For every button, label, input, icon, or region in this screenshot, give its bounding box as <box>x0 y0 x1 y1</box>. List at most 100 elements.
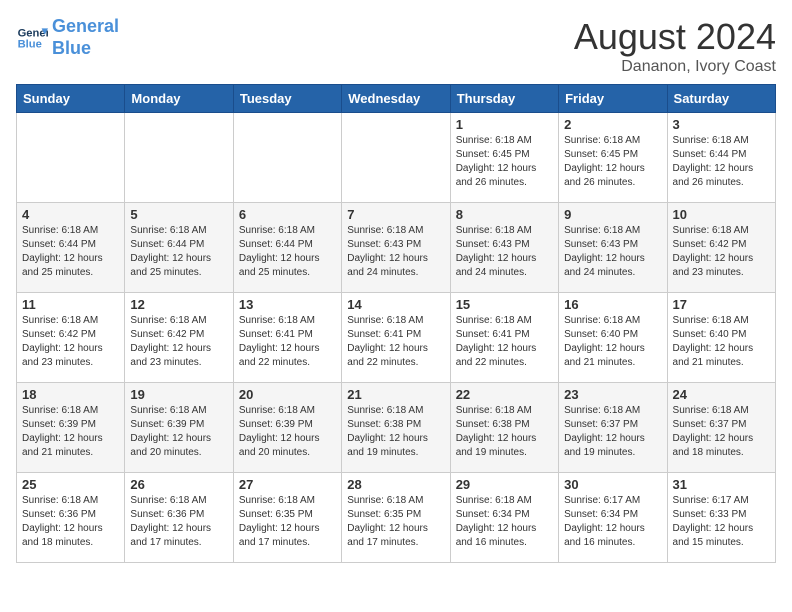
calendar-cell: 20 Sunrise: 6:18 AM Sunset: 6:39 PM Dayli… <box>233 383 341 473</box>
calendar-cell: 28 Sunrise: 6:18 AM Sunset: 6:35 PM Dayli… <box>342 473 450 563</box>
day-number: 9 <box>564 207 661 222</box>
calendar-cell: 31Sunrise: 6:17 AM Sunset: 6:33 PM Dayli… <box>667 473 775 563</box>
day-info: Sunrise: 6:18 AM Sunset: 6:39 PM Dayligh… <box>22 404 119 460</box>
logo: General Blue GeneralBlue <box>16 16 119 59</box>
calendar-cell: 3 Sunrise: 6:18 AM Sunset: 6:44 PM Daylig… <box>667 113 775 203</box>
day-number: 11 <box>22 297 119 312</box>
calendar-week-row: 11 Sunrise: 6:18 AM Sunset: 6:42 PM Dayli… <box>17 293 776 383</box>
calendar-cell: 7 Sunrise: 6:18 AM Sunset: 6:43 PM Daylig… <box>342 203 450 293</box>
day-number: 27 <box>239 477 336 492</box>
day-number: 15 <box>456 297 553 312</box>
day-info: Sunrise: 6:18 AM Sunset: 6:43 PM Dayligh… <box>347 224 444 280</box>
calendar-cell: 5 Sunrise: 6:18 AM Sunset: 6:44 PM Daylig… <box>125 203 233 293</box>
calendar-cell: 25 Sunrise: 6:18 AM Sunset: 6:36 PM Dayli… <box>17 473 125 563</box>
day-info: Sunrise: 6:18 AM Sunset: 6:41 PM Dayligh… <box>239 314 336 370</box>
day-number: 16 <box>564 297 661 312</box>
day-number: 28 <box>347 477 444 492</box>
day-number: 3 <box>673 117 770 132</box>
calendar-cell: 19Sunrise: 6:18 AM Sunset: 6:39 PM Dayli… <box>125 383 233 473</box>
day-info: Sunrise: 6:18 AM Sunset: 6:38 PM Dayligh… <box>456 404 553 460</box>
month-title: August 2024 <box>574 16 776 58</box>
day-number: 2 <box>564 117 661 132</box>
header-row: SundayMondayTuesdayWednesdayThursdayFrid… <box>17 85 776 113</box>
weekday-header: Monday <box>125 85 233 113</box>
day-info: Sunrise: 6:18 AM Sunset: 6:42 PM Dayligh… <box>22 314 119 370</box>
calendar-cell: 8Sunrise: 6:18 AM Sunset: 6:43 PM Daylig… <box>450 203 558 293</box>
weekday-header: Wednesday <box>342 85 450 113</box>
calendar-cell: 16Sunrise: 6:18 AM Sunset: 6:40 PM Dayli… <box>559 293 667 383</box>
calendar-cell: 17Sunrise: 6:18 AM Sunset: 6:40 PM Dayli… <box>667 293 775 383</box>
day-info: Sunrise: 6:18 AM Sunset: 6:42 PM Dayligh… <box>673 224 770 280</box>
day-number: 30 <box>564 477 661 492</box>
day-info: Sunrise: 6:18 AM Sunset: 6:37 PM Dayligh… <box>673 404 770 460</box>
day-number: 4 <box>22 207 119 222</box>
day-info: Sunrise: 6:18 AM Sunset: 6:38 PM Dayligh… <box>347 404 444 460</box>
calendar-cell: 26Sunrise: 6:18 AM Sunset: 6:36 PM Dayli… <box>125 473 233 563</box>
day-number: 22 <box>456 387 553 402</box>
calendar-cell: 4 Sunrise: 6:18 AM Sunset: 6:44 PM Daylig… <box>17 203 125 293</box>
calendar-cell: 9 Sunrise: 6:18 AM Sunset: 6:43 PM Daylig… <box>559 203 667 293</box>
day-info: Sunrise: 6:18 AM Sunset: 6:35 PM Dayligh… <box>347 494 444 550</box>
calendar-cell: 22 Sunrise: 6:18 AM Sunset: 6:38 PM Dayli… <box>450 383 558 473</box>
weekday-header: Saturday <box>667 85 775 113</box>
day-number: 10 <box>673 207 770 222</box>
day-info: Sunrise: 6:17 AM Sunset: 6:33 PM Dayligh… <box>673 494 770 550</box>
day-info: Sunrise: 6:18 AM Sunset: 6:44 PM Dayligh… <box>673 134 770 190</box>
day-number: 17 <box>673 297 770 312</box>
day-info: Sunrise: 6:17 AM Sunset: 6:34 PM Dayligh… <box>564 494 661 550</box>
calendar-cell: 24 Sunrise: 6:18 AM Sunset: 6:37 PM Dayli… <box>667 383 775 473</box>
page-header: General Blue GeneralBlue August 2024 Dan… <box>16 16 776 76</box>
logo-text: GeneralBlue <box>52 16 119 59</box>
day-number: 21 <box>347 387 444 402</box>
day-number: 12 <box>130 297 227 312</box>
day-info: Sunrise: 6:18 AM Sunset: 6:34 PM Dayligh… <box>456 494 553 550</box>
calendar-cell: 13Sunrise: 6:18 AM Sunset: 6:41 PM Dayli… <box>233 293 341 383</box>
day-info: Sunrise: 6:18 AM Sunset: 6:36 PM Dayligh… <box>22 494 119 550</box>
calendar-cell: 27 Sunrise: 6:18 AM Sunset: 6:35 PM Dayli… <box>233 473 341 563</box>
calendar-cell: 11 Sunrise: 6:18 AM Sunset: 6:42 PM Dayli… <box>17 293 125 383</box>
day-number: 20 <box>239 387 336 402</box>
calendar-week-row: 1 Sunrise: 6:18 AM Sunset: 6:45 PM Daylig… <box>17 113 776 203</box>
calendar-cell: 6Sunrise: 6:18 AM Sunset: 6:44 PM Daylig… <box>233 203 341 293</box>
calendar-cell <box>342 113 450 203</box>
day-number: 14 <box>347 297 444 312</box>
calendar-week-row: 18 Sunrise: 6:18 AM Sunset: 6:39 PM Dayli… <box>17 383 776 473</box>
calendar-cell: 1 Sunrise: 6:18 AM Sunset: 6:45 PM Daylig… <box>450 113 558 203</box>
weekday-header: Sunday <box>17 85 125 113</box>
day-number: 23 <box>564 387 661 402</box>
calendar-cell <box>233 113 341 203</box>
day-info: Sunrise: 6:18 AM Sunset: 6:45 PM Dayligh… <box>456 134 553 190</box>
day-info: Sunrise: 6:18 AM Sunset: 6:36 PM Dayligh… <box>130 494 227 550</box>
day-info: Sunrise: 6:18 AM Sunset: 6:43 PM Dayligh… <box>564 224 661 280</box>
day-number: 5 <box>130 207 227 222</box>
day-number: 18 <box>22 387 119 402</box>
calendar-cell: 23Sunrise: 6:18 AM Sunset: 6:37 PM Dayli… <box>559 383 667 473</box>
day-info: Sunrise: 6:18 AM Sunset: 6:44 PM Dayligh… <box>239 224 336 280</box>
day-info: Sunrise: 6:18 AM Sunset: 6:44 PM Dayligh… <box>130 224 227 280</box>
title-area: August 2024 Dananon, Ivory Coast <box>574 16 776 76</box>
calendar-cell: 21 Sunrise: 6:18 AM Sunset: 6:38 PM Dayli… <box>342 383 450 473</box>
day-number: 29 <box>456 477 553 492</box>
day-info: Sunrise: 6:18 AM Sunset: 6:39 PM Dayligh… <box>130 404 227 460</box>
calendar-week-row: 25 Sunrise: 6:18 AM Sunset: 6:36 PM Dayli… <box>17 473 776 563</box>
day-number: 24 <box>673 387 770 402</box>
day-number: 25 <box>22 477 119 492</box>
calendar-cell: 12 Sunrise: 6:18 AM Sunset: 6:42 PM Dayli… <box>125 293 233 383</box>
weekday-header: Thursday <box>450 85 558 113</box>
calendar-cell: 18 Sunrise: 6:18 AM Sunset: 6:39 PM Dayli… <box>17 383 125 473</box>
day-number: 1 <box>456 117 553 132</box>
calendar-cell: 30 Sunrise: 6:17 AM Sunset: 6:34 PM Dayli… <box>559 473 667 563</box>
day-info: Sunrise: 6:18 AM Sunset: 6:35 PM Dayligh… <box>239 494 336 550</box>
day-info: Sunrise: 6:18 AM Sunset: 6:43 PM Dayligh… <box>456 224 553 280</box>
day-info: Sunrise: 6:18 AM Sunset: 6:41 PM Dayligh… <box>456 314 553 370</box>
day-number: 7 <box>347 207 444 222</box>
day-info: Sunrise: 6:18 AM Sunset: 6:45 PM Dayligh… <box>564 134 661 190</box>
day-info: Sunrise: 6:18 AM Sunset: 6:44 PM Dayligh… <box>22 224 119 280</box>
calendar-cell: 14Sunrise: 6:18 AM Sunset: 6:41 PM Dayli… <box>342 293 450 383</box>
calendar-body: 1 Sunrise: 6:18 AM Sunset: 6:45 PM Daylig… <box>17 113 776 563</box>
day-info: Sunrise: 6:18 AM Sunset: 6:39 PM Dayligh… <box>239 404 336 460</box>
calendar-cell: 15 Sunrise: 6:18 AM Sunset: 6:41 PM Dayli… <box>450 293 558 383</box>
calendar-header: SundayMondayTuesdayWednesdayThursdayFrid… <box>17 85 776 113</box>
day-info: Sunrise: 6:18 AM Sunset: 6:42 PM Dayligh… <box>130 314 227 370</box>
calendar-cell <box>17 113 125 203</box>
